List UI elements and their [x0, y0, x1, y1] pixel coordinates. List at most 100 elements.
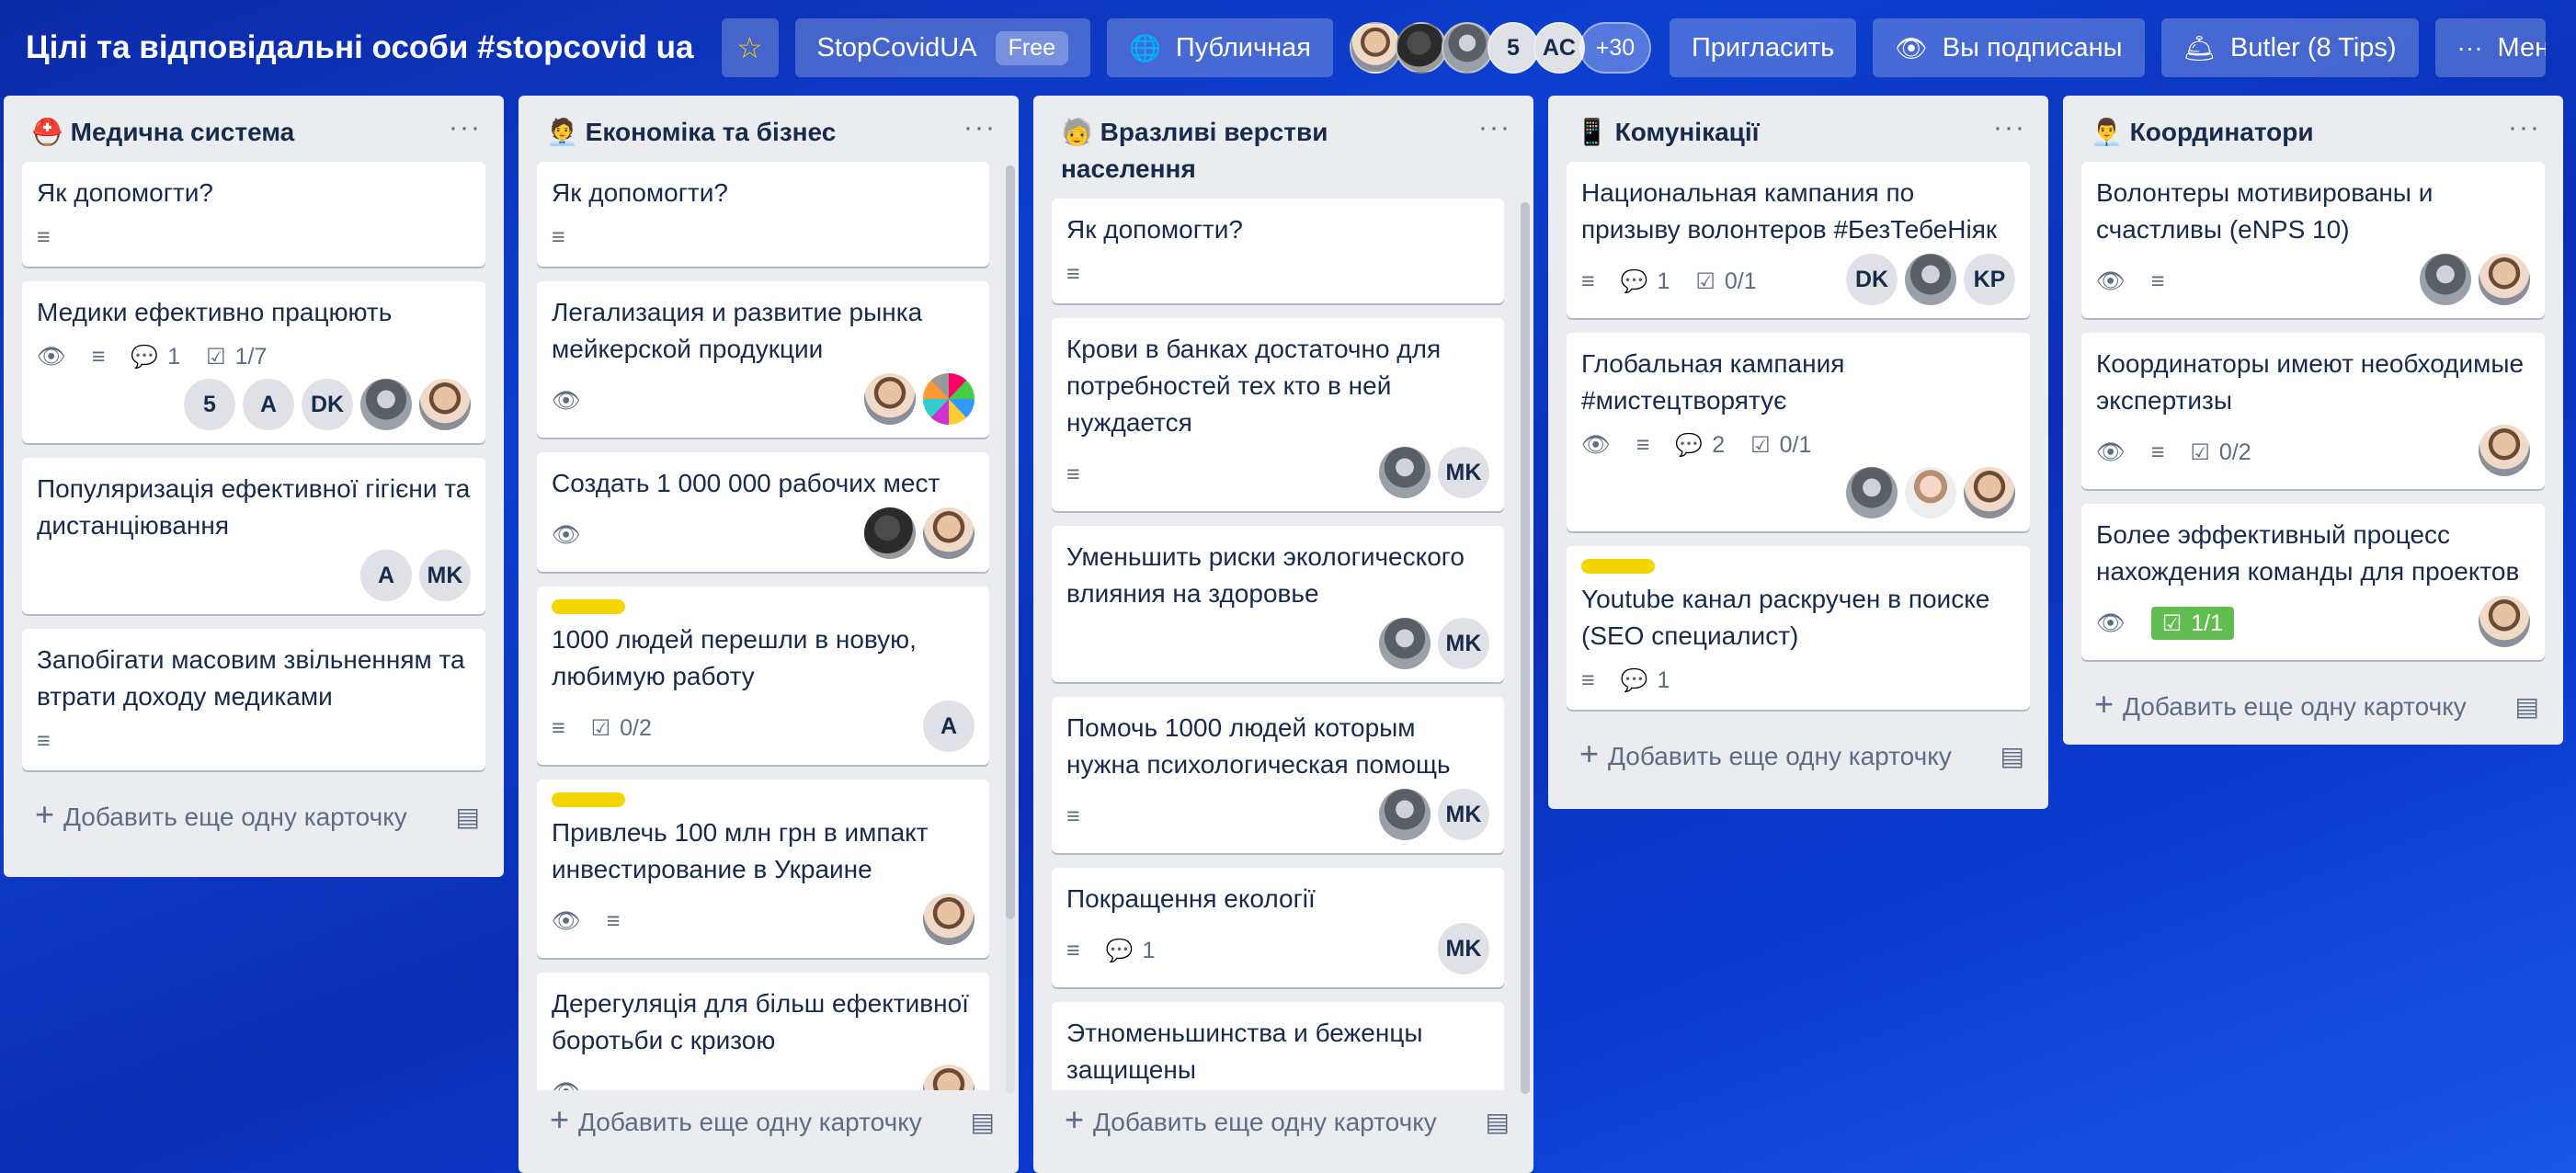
add-card-button[interactable]: + Добавить еще одну карточку ▤ [1567, 724, 2030, 791]
card[interactable]: Як допомогти? ≡ [22, 162, 485, 267]
card[interactable]: Покращення екології ≡ 💬 1 MK [1052, 868, 1504, 987]
list-title[interactable]: 👨‍💼 Координатори [2091, 114, 2314, 151]
more-members-button[interactable]: +30 [1579, 22, 1651, 74]
watch-icon: 👁 [2096, 438, 2126, 465]
member-avatar[interactable] [1905, 467, 1956, 518]
list-menu-icon[interactable]: ··· [449, 114, 482, 142]
template-icon[interactable]: ▤ [2515, 691, 2539, 722]
card[interactable]: Як допомогти? ≡ [1052, 199, 1504, 303]
member-avatar[interactable] [1349, 22, 1401, 74]
member-avatar[interactable] [1379, 447, 1430, 498]
member-avatar[interactable] [1441, 22, 1493, 74]
description-icon: ≡ [37, 727, 51, 754]
butler-button[interactable]: 🛎 Butler (8 Tips) [2160, 18, 2419, 77]
add-card-button[interactable]: + Добавить еще одну карточку ▤ [22, 785, 485, 852]
member-avatar[interactable] [2479, 425, 2530, 476]
member-avatar[interactable] [864, 373, 916, 425]
card-title: Национальная кампания по призыву волонте… [1581, 178, 1998, 244]
member-avatar[interactable] [923, 894, 975, 945]
list-menu-icon[interactable]: ··· [2508, 114, 2541, 142]
card-title: Youtube канал раскручен в поиске (SEO сп… [1581, 585, 1990, 650]
member-avatar[interactable]: 5 [184, 379, 235, 430]
description-icon: ≡ [552, 223, 565, 250]
card[interactable]: Популяризація ефективної гігієни та дист… [22, 458, 485, 614]
card[interactable]: Создать 1 000 000 рабочих мест 👁 [537, 452, 989, 572]
star-board-button[interactable]: ☆ [721, 18, 779, 77]
watch-button[interactable]: 👁 Вы подписаны [1873, 18, 2145, 77]
card-title: Популяризація ефективної гігієни та дист… [37, 474, 471, 540]
member-avatar[interactable] [864, 507, 916, 559]
member-avatar[interactable] [923, 373, 975, 425]
card-title: Создать 1 000 000 рабочих мест [552, 469, 940, 497]
member-avatar[interactable] [2479, 596, 2530, 647]
member-avatar[interactable]: AC [1533, 22, 1585, 74]
visibility-button[interactable]: 🌐 Публичная [1107, 18, 1333, 77]
card[interactable]: Более эффективный процесс нахождения ком… [2081, 504, 2545, 660]
list-menu-icon[interactable]: ··· [1993, 114, 2026, 142]
description-icon: ≡ [37, 223, 51, 250]
member-avatar[interactable]: A [243, 379, 294, 430]
menu-button[interactable]: ··· Меню [2434, 18, 2546, 77]
member-avatar[interactable]: MK [1438, 447, 1489, 498]
template-icon[interactable]: ▤ [456, 802, 480, 832]
card[interactable]: Координаторы имеют необходимые экспертиз… [2081, 333, 2545, 489]
member-avatar[interactable]: MK [1438, 923, 1489, 974]
member-avatar[interactable]: DK [1846, 254, 1898, 305]
list-menu-icon[interactable]: ··· [963, 114, 997, 142]
member-avatar[interactable] [923, 507, 975, 559]
member-avatar[interactable]: MK [1438, 618, 1489, 669]
member-avatar[interactable] [1379, 618, 1430, 669]
card[interactable]: Медики ефективно працюють 👁 ≡ 💬 1 ☑ 1/7 5 … [22, 281, 485, 443]
member-avatar[interactable] [360, 379, 412, 430]
member-avatar[interactable] [2479, 254, 2530, 305]
card[interactable]: Глобальная кампания #мистецтворятує 👁 ≡ … [1567, 333, 2030, 531]
template-icon[interactable]: ▤ [1486, 1107, 1510, 1137]
member-avatar[interactable] [1905, 254, 1956, 305]
member-avatar[interactable]: DK [302, 379, 353, 430]
template-icon[interactable]: ▤ [2000, 741, 2024, 771]
add-card-button[interactable]: + Добавить еще одну карточку ▤ [1052, 1090, 1515, 1157]
card[interactable]: Уменьшить риски экологического влияния н… [1052, 526, 1504, 682]
card[interactable]: Як допомогти? ≡ [537, 162, 989, 267]
member-avatar[interactable]: KP [1964, 254, 2015, 305]
card[interactable]: Этноменьшинства и беженцы защищены [1052, 1002, 1504, 1090]
member-avatar[interactable]: 5 [1487, 22, 1539, 74]
list-menu-icon[interactable]: ··· [1478, 114, 1511, 142]
board-title[interactable]: Цілі та відповідальні особи #stopcovid u… [26, 29, 694, 66]
card[interactable]: Легализация и развитие рынка мейкерской … [537, 281, 989, 438]
member-avatar[interactable] [1395, 22, 1447, 74]
member-avatar[interactable] [923, 1065, 975, 1090]
member-avatar[interactable]: MK [1438, 789, 1489, 840]
card[interactable]: Помочь 1000 людей которым нужна психолог… [1052, 697, 1504, 853]
checklist-complete-badge: ☑ 1/1 [2150, 607, 2235, 640]
member-avatar[interactable]: A [360, 550, 412, 601]
list-title[interactable]: 🧑‍💼 Економіка та бізнес [546, 114, 836, 151]
member-avatar[interactable] [2420, 254, 2471, 305]
eye-icon: 👁 [1895, 33, 1928, 63]
member-avatar[interactable] [1379, 789, 1430, 840]
card[interactable]: Национальная кампания по призыву волонте… [1567, 162, 2030, 318]
checkbox-icon: ☑ [2190, 439, 2210, 465]
member-avatar[interactable] [419, 379, 471, 430]
list-title[interactable]: 📱 Комунікації [1576, 114, 1760, 151]
card[interactable]: Волонтеры мотивированы и счастливы (eNPS… [2081, 162, 2545, 318]
scrollbar-thumb[interactable] [1006, 165, 1015, 919]
card[interactable]: 1000 людей перешли в новую, любимую рабо… [537, 586, 989, 765]
member-avatar[interactable] [1964, 467, 2015, 518]
card[interactable]: Дерегуляція для більш ефективної боротьб… [537, 973, 989, 1090]
list-title[interactable]: ⛑️ Медична система [31, 114, 294, 151]
member-avatar[interactable]: A [923, 700, 975, 752]
card[interactable]: Запобігати масовим звільненням та втрати… [22, 629, 485, 770]
workspace-button[interactable]: StopCovidUA Free [794, 18, 1090, 77]
card[interactable]: Youtube канал раскручен в поиске (SEO сп… [1567, 546, 2030, 710]
list-title[interactable]: 🧓 Вразливі верстви населення [1061, 114, 1392, 188]
card[interactable]: Привлечь 100 млн грн в импакт инвестиров… [537, 780, 989, 958]
add-card-button[interactable]: + Добавить еще одну карточку ▤ [537, 1090, 1000, 1157]
member-avatar[interactable]: MK [419, 550, 471, 601]
card[interactable]: Крови в банках достаточно для потребност… [1052, 318, 1504, 511]
invite-button[interactable]: Пригласить [1669, 18, 1857, 77]
add-card-button[interactable]: + Добавить еще одну карточку ▤ [2081, 675, 2545, 742]
scrollbar-thumb[interactable] [1521, 202, 1530, 1094]
member-avatar[interactable] [1846, 467, 1898, 518]
template-icon[interactable]: ▤ [971, 1107, 995, 1137]
